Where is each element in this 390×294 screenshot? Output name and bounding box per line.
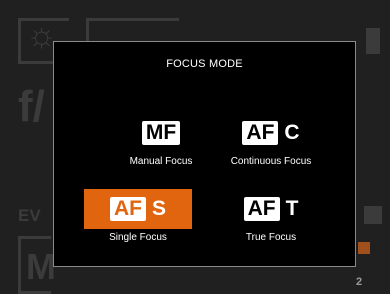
exposure-compensation-icon xyxy=(364,206,382,224)
option-suffix: S xyxy=(151,197,166,220)
option-label: Single Focus xyxy=(109,232,167,243)
af-badge: AF xyxy=(109,197,146,221)
option-suffix: C xyxy=(284,121,300,144)
option-button-selected[interactable]: AF S xyxy=(84,189,192,229)
option-button[interactable]: AF T xyxy=(217,189,325,229)
option-suffix: T xyxy=(285,197,299,220)
ev-label: EV xyxy=(18,206,41,225)
option-label: True Focus xyxy=(245,232,297,243)
focus-option-continuous[interactable]: AF C Continuous Focus xyxy=(217,113,325,179)
shot-counter: 2 xyxy=(356,276,363,288)
focus-option-true[interactable]: AF T True Focus xyxy=(217,189,325,255)
mode-label: M xyxy=(26,246,56,287)
warning-badge xyxy=(358,242,370,254)
option-button[interactable]: MF xyxy=(107,113,215,153)
focus-mode-dialog: FOCUS MODE MF Manual Focus AF C Continuo… xyxy=(53,41,356,267)
af-badge: AF xyxy=(242,121,279,145)
option-button[interactable]: AF C xyxy=(217,113,325,153)
battery-icon xyxy=(366,28,380,54)
af-badge: AF xyxy=(243,197,280,221)
mf-badge: MF xyxy=(141,121,181,145)
dialog-title: FOCUS MODE xyxy=(166,58,243,70)
focus-option-single[interactable]: AF S Single Focus xyxy=(84,189,192,255)
option-label: Continuous Focus xyxy=(230,156,312,167)
focus-option-manual[interactable]: MF Manual Focus xyxy=(107,113,215,179)
aperture-label: f/ xyxy=(18,82,45,131)
